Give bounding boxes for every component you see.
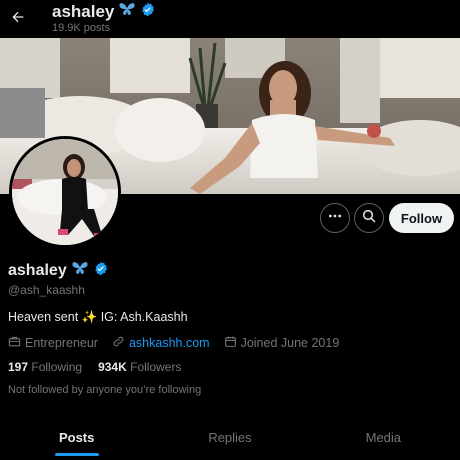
calendar-icon [224, 335, 237, 351]
website-link[interactable]: ashkashh.com [129, 336, 210, 350]
follow-counts: 197 Following 934K Followers [8, 360, 181, 374]
followers-link[interactable]: 934K Followers [98, 360, 181, 374]
bio: Heaven sent ✨ IG: Ash.Kaashh [8, 310, 188, 324]
display-name: ashaley [8, 261, 67, 279]
link-icon [112, 335, 125, 351]
search-icon [361, 208, 377, 229]
profile-meta: Entrepreneur ashkashh.com Joined June 20… [8, 335, 353, 351]
verified-badge-icon[interactable] [93, 261, 108, 281]
following-link[interactable]: 197 Following [8, 360, 82, 374]
followers-label: Followers [130, 360, 182, 374]
display-name-row: ashaley [8, 260, 108, 281]
post-count: 19.9K posts [52, 22, 111, 34]
butterfly-icon [71, 260, 89, 281]
header-name: ashaley [52, 1, 115, 21]
tab-replies[interactable]: Replies [153, 414, 306, 460]
verified-badge-icon[interactable] [140, 2, 155, 22]
following-count: 197 [8, 360, 29, 374]
website-item[interactable]: ashkashh.com [112, 335, 210, 351]
avatar[interactable] [9, 136, 121, 248]
category-item: Entrepreneur [8, 335, 98, 351]
joined-item: Joined June 2019 [224, 335, 340, 351]
joined-label: Joined June 2019 [240, 336, 340, 350]
header-name-row: ashaley [52, 1, 155, 22]
top-bar: ashaley 19.9K posts [0, 0, 460, 38]
tab-label: Media [365, 429, 402, 445]
back-arrow-icon[interactable] [8, 4, 28, 30]
briefcase-icon [8, 335, 21, 351]
butterfly-icon [118, 1, 136, 22]
tab-label: Posts [58, 429, 95, 445]
category-label: Entrepreneur [25, 336, 98, 350]
tab-media[interactable]: Media [307, 414, 460, 460]
following-label: Following [31, 360, 83, 374]
profile-tabs: Posts Replies Media [0, 414, 460, 460]
search-button[interactable] [354, 203, 384, 233]
more-icon [327, 208, 343, 229]
more-button[interactable] [320, 203, 350, 233]
tab-label: Replies [208, 429, 252, 445]
follow-button[interactable]: Follow [389, 203, 454, 233]
handle: @ash_kaashh [8, 283, 85, 297]
tab-posts[interactable]: Posts [0, 414, 153, 460]
not-followed-notice: Not followed by anyone you’re following [8, 384, 202, 396]
active-tab-indicator [54, 453, 99, 456]
followers-count: 934K [98, 360, 127, 374]
